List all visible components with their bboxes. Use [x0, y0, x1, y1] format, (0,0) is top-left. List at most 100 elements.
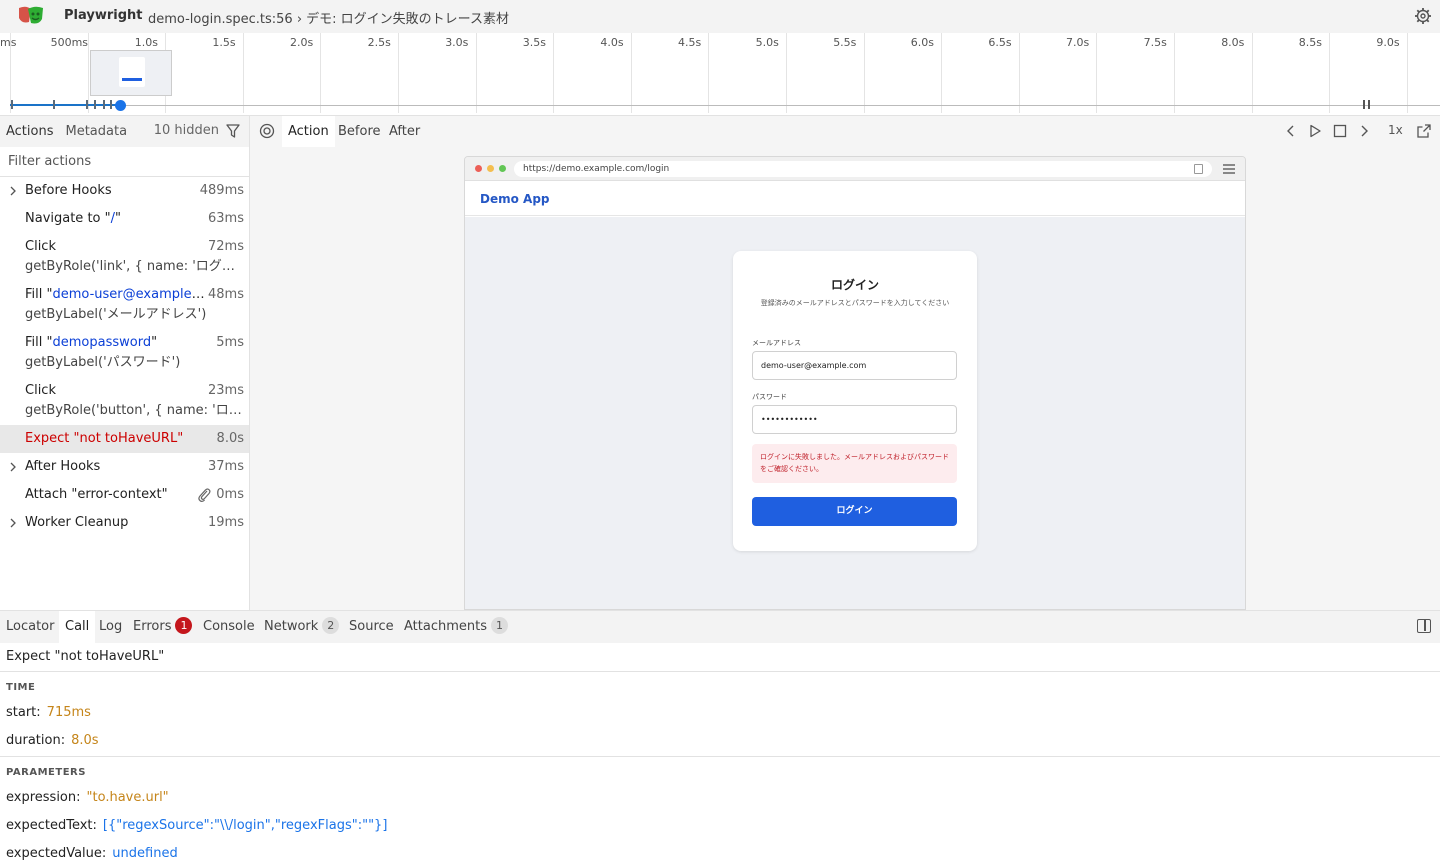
- chevron-right-icon[interactable]: [9, 460, 17, 474]
- chevron-right-icon[interactable]: [1356, 123, 1372, 139]
- actions-tabbar: Actions Metadata 10 hidden: [0, 116, 249, 147]
- chevron-left-icon[interactable]: [1283, 123, 1299, 139]
- app-header-title[interactable]: Demo App: [465, 181, 1245, 216]
- action-duration: 19ms: [208, 515, 244, 530]
- action-item[interactable]: Fill "demopassword" getByLabel('パスワード') 5m…: [0, 329, 249, 377]
- email-label: メールアドレス: [752, 339, 801, 347]
- tab-network[interactable]: Network 2: [258, 611, 345, 643]
- external-link-icon[interactable]: [1416, 123, 1432, 139]
- action-locator: getByLabel('メールアドレス'): [25, 307, 207, 322]
- tab-source[interactable]: Source: [343, 611, 400, 643]
- timeline-tick: [475, 33, 477, 113]
- timeline-tick: [630, 33, 632, 113]
- timeline-progress: [10, 104, 122, 106]
- action-title-value: demo-user@example.c...: [52, 287, 205, 302]
- divider: [0, 671, 1440, 672]
- tab-attachments-label: Attachments: [404, 619, 487, 634]
- tab-after[interactable]: After: [383, 116, 426, 147]
- action-duration: 48ms: [208, 287, 244, 302]
- action-item[interactable]: Worker Cleanup 19ms: [0, 509, 249, 537]
- tab-errors[interactable]: Errors 1: [127, 611, 198, 643]
- tab-attachments[interactable]: Attachments 1: [398, 611, 514, 643]
- tab-network-label: Network: [264, 619, 319, 634]
- action-item[interactable]: Before Hooks 489ms: [0, 177, 249, 205]
- paperclip-icon[interactable]: [197, 487, 211, 503]
- timeline-tick: [863, 33, 865, 113]
- tab-call[interactable]: Call: [59, 611, 96, 643]
- chevron-right-icon[interactable]: [9, 184, 17, 198]
- action-title-suffix: ": [115, 211, 121, 226]
- hidden-count[interactable]: 10 hidden: [154, 123, 219, 138]
- action-title: Click: [25, 383, 56, 398]
- tab-console[interactable]: Console: [197, 611, 261, 643]
- playwright-logo-icon: [19, 6, 43, 24]
- timeline-tick-label: 1.5s: [212, 36, 236, 49]
- filter-icon[interactable]: [225, 123, 241, 139]
- filter-actions-input[interactable]: Filter actions: [0, 147, 249, 177]
- duration-label: duration:: [6, 733, 66, 748]
- filmstrip-thumbnail[interactable]: [90, 50, 172, 96]
- expression-value: "to.have.url": [86, 790, 169, 805]
- action-duration: 63ms: [208, 211, 244, 226]
- timeline-tick-label: 1.0s: [134, 36, 159, 49]
- login-page: ログイン 登録済みのメールアドレスとパスワードを入力してください メールアドレス…: [465, 217, 1245, 609]
- details-pane: Locator Call Log Errors 1 Console Network…: [0, 610, 1440, 860]
- timeline-tick-label: 8.0s: [1221, 36, 1245, 49]
- stop-icon[interactable]: [1332, 123, 1348, 139]
- action-item[interactable]: Click getByRole('link', { name: 'ログイン... 7…: [0, 233, 249, 281]
- timeline-tick-label: 5.0s: [755, 36, 779, 49]
- browser-toolbar: https://demo.example.com/login: [465, 157, 1245, 181]
- timeline-tick-label: 7.5s: [1143, 36, 1167, 49]
- network-count-badge: 2: [322, 617, 340, 634]
- address-bar[interactable]: https://demo.example.com/login: [514, 161, 1212, 177]
- tab-locator[interactable]: Locator: [0, 611, 60, 643]
- call-title: Expect "not toHaveURL": [6, 649, 165, 664]
- email-field[interactable]: demo-user@example.com: [752, 351, 957, 380]
- close-dot-icon: [475, 165, 482, 172]
- gear-icon[interactable]: [1414, 7, 1432, 25]
- tab-actions[interactable]: Actions: [6, 124, 54, 139]
- tab-action[interactable]: Action: [282, 116, 335, 147]
- playback-speed[interactable]: 1x: [1388, 123, 1403, 137]
- chevron-right-icon[interactable]: [9, 516, 17, 530]
- action-item[interactable]: Click getByRole('button', { name: 'ログイ...…: [0, 377, 249, 425]
- action-item[interactable]: Navigate to "/" 63ms: [0, 205, 249, 233]
- expected-value-property: expectedValue: undefined: [6, 846, 178, 860]
- actions-pane: Actions Metadata 10 hidden Filter action…: [0, 116, 250, 610]
- copy-icon[interactable]: [1194, 164, 1203, 174]
- action-item[interactable]: After Hooks 37ms: [0, 453, 249, 481]
- timeline-tick: [242, 33, 244, 113]
- snapshot-pane: Action Before After 1x https://demo.exam…: [250, 116, 1440, 610]
- timeline-tick-label: 4.5s: [678, 36, 702, 49]
- play-icon[interactable]: [1307, 123, 1323, 139]
- timeline-tick-label: 5.5s: [833, 36, 857, 49]
- action-duration: 72ms: [208, 239, 244, 254]
- menu-icon[interactable]: [1223, 164, 1235, 174]
- tab-before[interactable]: Before: [332, 116, 387, 147]
- expression-property: expression: "to.have.url": [6, 790, 169, 805]
- timeline-tick-label: 3.5s: [522, 36, 547, 49]
- timeline[interactable]: ms 500ms 1.0s 1.5s 2.0s 2.5s 3.0s 3.5s 4.0s 4.5s 5…: [0, 33, 1440, 116]
- action-duration: 489ms: [199, 183, 244, 198]
- tab-metadata[interactable]: Metadata: [66, 124, 128, 139]
- action-duration: 5ms: [216, 335, 244, 350]
- action-item[interactable]: Expect "not toHaveURL" 8.0s: [0, 425, 249, 453]
- login-card: ログイン 登録済みのメールアドレスとパスワードを入力してください メールアドレス…: [733, 251, 977, 551]
- timeline-handle[interactable]: [115, 100, 126, 111]
- action-item[interactable]: Attach "error-context" 0ms: [0, 481, 249, 509]
- password-field[interactable]: ••••••••••••: [752, 405, 957, 434]
- action-title: Navigate to "/": [25, 209, 205, 229]
- login-button[interactable]: ログイン: [752, 497, 957, 526]
- divider: [0, 756, 1440, 757]
- action-item[interactable]: Fill "demo-user@example.c... getByLabel('…: [0, 281, 249, 329]
- split-pane-icon[interactable]: [1417, 619, 1431, 633]
- action-title: Worker Cleanup: [25, 515, 129, 530]
- pick-locator-icon[interactable]: [259, 123, 275, 139]
- expected-text-value: [{"regexSource":"\\/login","regexFlags":…: [102, 818, 388, 833]
- action-title-prefix: Fill ": [25, 335, 53, 350]
- password-label: パスワード: [752, 393, 787, 401]
- tab-log[interactable]: Log: [93, 611, 128, 643]
- action-title: Expect "not toHaveURL": [25, 431, 184, 446]
- timeline-tick-label: 3.0s: [445, 36, 469, 49]
- action-title-prefix: Fill ": [25, 287, 53, 302]
